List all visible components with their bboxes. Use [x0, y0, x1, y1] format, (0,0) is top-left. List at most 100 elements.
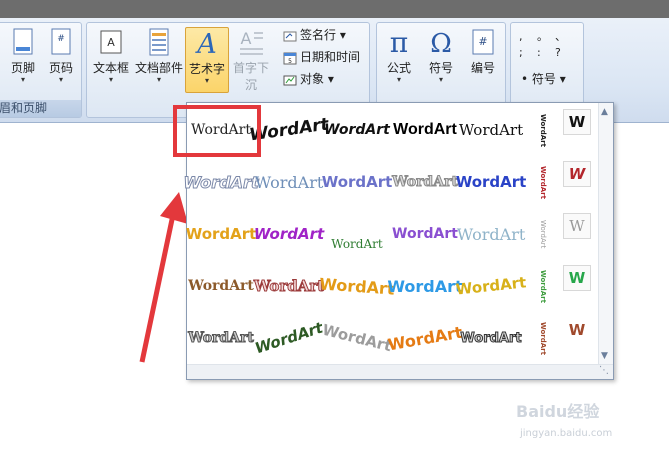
equation-button[interactable]: π 公式 ▾ [377, 27, 421, 93]
footer-label: 页脚 [10, 61, 35, 75]
gallery-resize-bar[interactable]: ⋱ [187, 364, 613, 379]
chevron-down-icon: ▾ [438, 75, 443, 84]
wordart-style-14[interactable]: W [563, 161, 591, 187]
symbol-grid[interactable]: ,。、 ;:? [519, 29, 579, 61]
wordart-style-29[interactable]: WordArt [188, 315, 255, 361]
gallery-scrollbar[interactable]: ▲ ▼ [598, 103, 613, 365]
wordart-style-3[interactable]: WordArt [324, 107, 390, 153]
page-number-label: 页码 [48, 61, 73, 75]
wordart-style-11[interactable]: WordArt [392, 159, 459, 205]
glyph-question[interactable]: ? [555, 45, 573, 61]
wordart-style-5[interactable]: WordArt [459, 107, 523, 153]
drop-cap-label: 首字下沉 [232, 61, 269, 92]
annotation-arrow [139, 192, 188, 363]
wordart-style-27[interactable]: WordArt [531, 263, 555, 309]
quick-parts-label: 文档部件 [135, 61, 184, 75]
object-button[interactable]: 对象 ▾ [283, 69, 334, 89]
wordart-style-33[interactable]: WordArt [459, 315, 523, 361]
svg-text:A: A [241, 29, 252, 48]
wordart-style-22[interactable]: WordArt [188, 263, 254, 309]
wordart-style-30[interactable]: WordArt [254, 305, 323, 372]
quick-parts-button[interactable]: 文档部件 ▾ [135, 27, 183, 93]
wordart-style-15[interactable]: WordArt [186, 211, 257, 257]
footer-icon [13, 28, 33, 55]
equation-label: 公式 [386, 61, 411, 75]
glyph-dunhao[interactable]: 、 [555, 29, 573, 45]
wordart-style-32[interactable]: WordArt [386, 310, 463, 366]
svg-text:#: # [478, 35, 487, 48]
wordart-style-9[interactable]: WordArt [255, 159, 324, 205]
svg-text:Ω: Ω [430, 29, 452, 57]
wordart-style-13[interactable]: WordArt [531, 159, 555, 205]
date-time-label: 日期和时间 [300, 50, 361, 64]
symbol-label: 符号 [428, 61, 453, 75]
special-symbol-button[interactable]: • 符号 ▾ [521, 69, 566, 89]
object-icon [283, 75, 297, 85]
special-symbol-label: 符号 [531, 72, 556, 86]
wordart-style-7[interactable]: W [563, 109, 591, 135]
wordart-style-18[interactable]: WordArt [392, 211, 458, 257]
wordart-style-21[interactable]: W [563, 213, 591, 239]
drop-cap-button[interactable]: A 首字下沉 [229, 27, 273, 93]
watermark-url: jingyan.baidu.com [520, 428, 613, 439]
wordart-style-25[interactable]: WordArt [387, 263, 462, 309]
wordart-style-26[interactable]: WordArt [455, 260, 527, 312]
quick-parts-icon [149, 28, 169, 56]
object-label: 对象 [300, 72, 325, 86]
wordart-style-6[interactable]: WordArt [531, 107, 555, 153]
group-header-footer: 页脚 ▾ # 页码 ▾ 眉和页脚 [0, 22, 82, 118]
text-box-button[interactable]: A 文本框 ▾ [89, 27, 133, 93]
wordart-style-19[interactable]: WordArt [457, 211, 526, 257]
chevron-down-icon: ▾ [58, 75, 63, 84]
wordart-style-12[interactable]: WordArt [456, 159, 527, 205]
signature-icon [283, 31, 297, 41]
wordart-style-10[interactable]: WordArt [322, 159, 393, 205]
glyph-comma[interactable]: , [519, 29, 537, 45]
wordart-style-28[interactable]: W [563, 265, 591, 291]
scroll-up-icon[interactable]: ▲ [601, 107, 608, 117]
signature-line-label: 签名行 [300, 28, 337, 42]
omega-icon: Ω [430, 29, 452, 57]
date-time-button[interactable]: 5 日期和时间 [283, 47, 360, 67]
page-number-button[interactable]: # 页码 ▾ [39, 27, 83, 93]
wordart-style-2[interactable]: WordArt [249, 102, 329, 158]
glyph-period[interactable]: 。 [537, 29, 555, 45]
svg-text:A: A [107, 36, 115, 49]
wordart-style-34[interactable]: WordArt [531, 315, 555, 361]
wordart-style-17[interactable]: WordArt [325, 211, 389, 267]
scroll-down-icon[interactable]: ▼ [601, 351, 608, 361]
signature-line-button[interactable]: 签名行 ▾ [283, 25, 346, 45]
numbering-label: 编号 [470, 61, 495, 75]
wordart-style-23[interactable]: WordArt [253, 263, 325, 309]
wordart-style-35[interactable]: W [563, 317, 591, 343]
wordart-style-31[interactable]: WordArt [320, 308, 394, 368]
wordart-button[interactable]: A 艺术字 ▾ [185, 27, 229, 93]
group-label-header-footer: 眉和页脚 [0, 100, 81, 117]
symbol-button[interactable]: Ω 符号 ▾ [419, 27, 463, 93]
wordart-icon: A [194, 29, 217, 58]
wordart-style-20[interactable]: WordArt [531, 211, 555, 257]
highlight-selection-box [173, 105, 261, 157]
pi-icon: π [390, 27, 408, 57]
watermark-brand: Baidu经验 [516, 402, 600, 421]
numbering-button[interactable]: # 编号 [461, 27, 505, 93]
wordart-style-8[interactable]: WordArt [183, 159, 259, 205]
chevron-down-icon: ▾ [108, 75, 113, 84]
text-box-icon: A [100, 30, 122, 54]
numbering-icon: # [472, 29, 494, 55]
svg-text:#: # [57, 34, 65, 44]
chevron-down-icon: ▾ [156, 75, 161, 84]
chevron-down-icon: ▾ [204, 76, 209, 85]
wordart-style-4[interactable]: WordArt [393, 107, 457, 153]
wordart-style-24[interactable]: WordArt [319, 261, 395, 311]
chevron-down-icon: ▾ [396, 75, 401, 84]
wordart-style-16[interactable]: WordArt [254, 211, 324, 257]
glyph-semicolon[interactable]: ; [519, 45, 537, 61]
wordart-label: 艺术字 [188, 62, 225, 76]
svg-text:π: π [390, 27, 408, 57]
svg-text:5: 5 [288, 58, 292, 65]
resize-grip-icon[interactable]: ⋱ [599, 365, 609, 376]
text-box-label: 文本框 [92, 61, 129, 75]
svg-text:A: A [194, 29, 217, 58]
glyph-colon[interactable]: : [537, 45, 555, 61]
